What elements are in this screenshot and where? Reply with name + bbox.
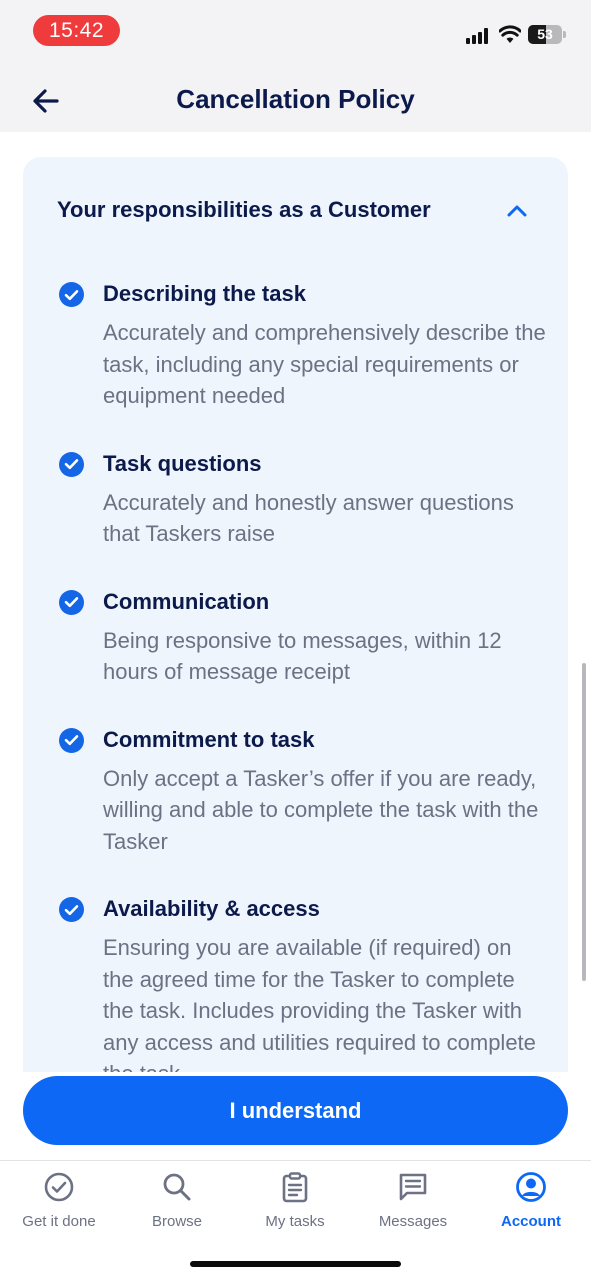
status-time: 15:42 [33, 15, 120, 46]
item-description: Ensuring you are available (if required)… [103, 935, 536, 1072]
nav-label: Messages [378, 1213, 448, 1230]
item-description: Accurately and comprehensively describe … [103, 320, 546, 408]
chevron-up-icon[interactable] [503, 199, 531, 223]
clipboard-icon [282, 1172, 308, 1203]
battery-percentage: 53 [537, 26, 553, 42]
status-bar: 15:42 53 [0, 0, 591, 62]
wifi-icon [499, 25, 521, 43]
nav-label: My tasks [265, 1213, 325, 1230]
nav-item-browse[interactable]: Browse [118, 1171, 236, 1243]
list-item: Communication Being responsive to messag… [23, 587, 568, 688]
accordion-header[interactable]: Your responsibilities as a Customer [23, 157, 568, 261]
nav-item-messages[interactable]: Messages [354, 1171, 472, 1243]
accordion-title: Your responsibilities as a Customer [57, 197, 431, 222]
check-circle-icon [59, 589, 84, 615]
item-title: Availability & access [103, 896, 320, 921]
nav-item-my-tasks[interactable]: My tasks [236, 1171, 354, 1243]
user-circle-icon [516, 1172, 546, 1202]
nav-label: Get it done [22, 1213, 96, 1230]
cellular-signal-icon [466, 28, 492, 44]
check-circle-icon [59, 282, 84, 307]
scrollbar[interactable] [582, 663, 586, 981]
item-title: Task questions [103, 450, 262, 476]
nav-item-get-it-done[interactable]: Get it done [0, 1171, 118, 1243]
home-indicator [190, 1261, 401, 1267]
check-circle-icon [59, 897, 84, 922]
i-understand-button[interactable]: I understand [23, 1076, 568, 1145]
chat-icon [399, 1173, 427, 1201]
item-title: Describing the task [103, 281, 306, 306]
item-description: Only accept a Tasker’s offer if you are … [103, 765, 539, 854]
page-title: Cancellation Policy [176, 84, 415, 114]
check-circle-icon [59, 451, 84, 477]
list-item: Commitment to task Only accept a Tasker’… [23, 725, 568, 858]
list-item: Availability & access Ensuring you are a… [23, 894, 568, 1072]
responsibilities-card: Your responsibilities as a Customer Desc… [23, 157, 568, 1072]
nav-item-account[interactable]: Account [472, 1171, 590, 1243]
top-app-bar: Cancellation Policy [0, 62, 591, 132]
search-icon [163, 1173, 191, 1201]
list-item: Describing the task Accurately and compr… [23, 279, 568, 412]
battery-indicator: 53 [528, 25, 566, 44]
nav-label: Account [501, 1213, 561, 1230]
responsibility-list: Describing the task Accurately and compr… [23, 279, 568, 1072]
list-item: Task questions Accurately and honestly a… [23, 449, 568, 550]
nav-label: Browse [151, 1213, 203, 1230]
item-description: Being responsive to messages, within 12 … [103, 627, 502, 685]
item-description: Accurately and honestly answer questions… [103, 489, 514, 547]
check-circle-icon [59, 727, 84, 753]
item-title: Commitment to task [103, 726, 315, 752]
item-title: Communication [103, 588, 270, 614]
check-circle-icon [44, 1172, 74, 1202]
